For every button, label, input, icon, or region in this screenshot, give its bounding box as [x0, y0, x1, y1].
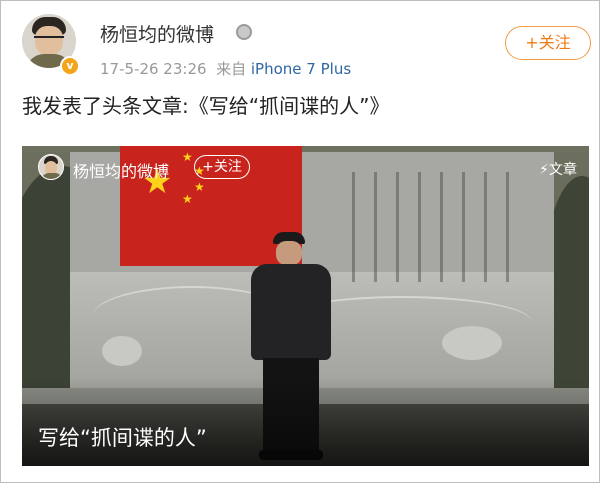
article-tag: ⚡文章 [539, 159, 577, 179]
relief-tree [102, 336, 142, 366]
article-card[interactable]: ★ ★ ★ ★ ★ 杨恒均的微博 +关注 ⚡文章 写给“抓间谍的人” [22, 146, 589, 466]
source-device-link[interactable]: iPhone 7 Plus [251, 60, 351, 78]
card-avatar[interactable] [38, 154, 64, 180]
relief-tree [442, 326, 502, 360]
follow-button[interactable]: +关注 [505, 26, 591, 60]
post-text: 我发表了头条文章:《写给“抓间谍的人”》 [22, 94, 390, 118]
post-meta: 17-5-26 23:26 来自 iPhone 7 Plus [100, 58, 351, 79]
lightning-icon: ⚡ [539, 162, 549, 178]
star-icon: ★ [182, 192, 193, 206]
article-title[interactable]: 写给“抓间谍的人” [38, 422, 207, 452]
medal-icon[interactable] [236, 24, 252, 40]
inscription-texture [342, 172, 512, 282]
source-prefix: 来自 [216, 60, 247, 78]
card-follow-button[interactable]: +关注 [194, 155, 250, 179]
username-link[interactable]: 杨恒均的微博 [100, 20, 214, 47]
article-tag-label: 文章 [549, 162, 577, 178]
verified-badge-icon: v [60, 56, 80, 76]
card-username[interactable]: 杨恒均的微博 [73, 158, 169, 182]
timestamp[interactable]: 17-5-26 23:26 [100, 60, 207, 78]
star-icon: ★ [194, 180, 205, 194]
star-icon: ★ [182, 150, 193, 164]
